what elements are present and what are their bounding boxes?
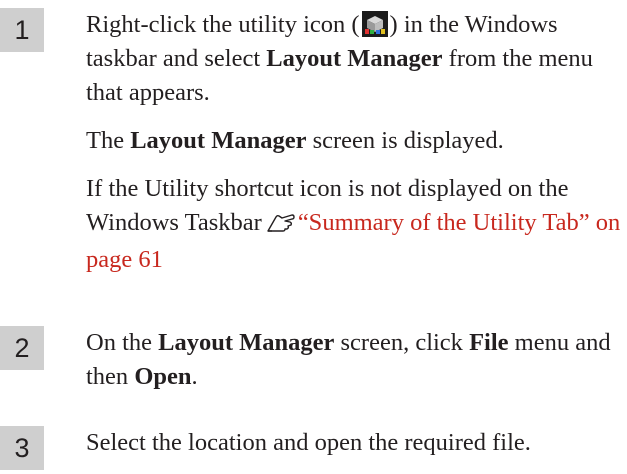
- utility-icon: [361, 11, 388, 37]
- step-1-note: If the Utility shortcut icon is not disp…: [86, 175, 621, 273]
- step-1-instruction: Right-click the utility icon ( ) in the …: [86, 11, 593, 106]
- step-number-2: 2: [0, 326, 44, 370]
- step-1-body: Right-click the utility icon ( ) in the …: [86, 8, 627, 277]
- step-2-instruction: On the Layout Manager screen, click File…: [86, 329, 611, 390]
- step-number-1: 1: [0, 8, 44, 52]
- step-3-instruction: Select the location and open the require…: [86, 429, 531, 456]
- hand-pointer-reference-icon: [266, 209, 296, 243]
- step-number-3: 3: [0, 426, 44, 470]
- step-1-result: The Layout Manager screen is displayed.: [86, 127, 504, 154]
- instruction-page: 1 Right-click the utility icon ( ) in th…: [0, 0, 627, 474]
- step-2-body: On the Layout Manager screen, click File…: [86, 326, 627, 394]
- step-3-body: Select the location and open the require…: [86, 426, 627, 460]
